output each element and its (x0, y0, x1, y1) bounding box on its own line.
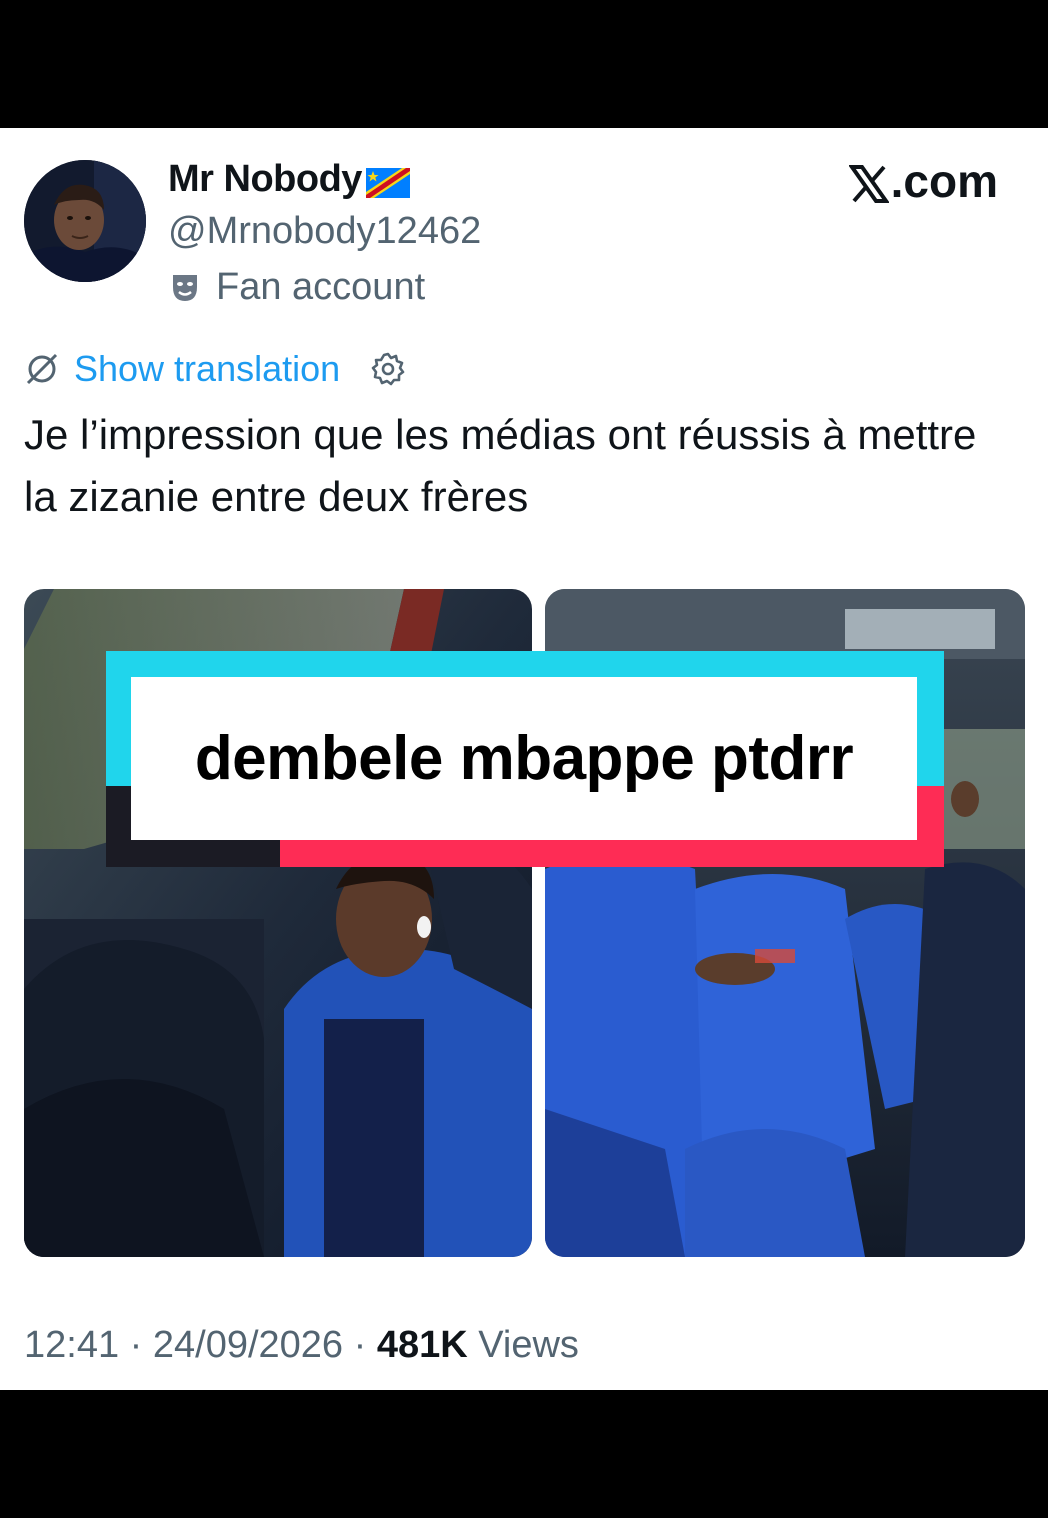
brand-text: .com (890, 155, 998, 207)
tiktok-caption-overlay: dembele mbappe ptdrr (106, 651, 944, 867)
translation-row: Show translation (24, 348, 406, 390)
brand-watermark: .com (847, 154, 998, 208)
views-label-text: Views (478, 1324, 579, 1366)
avatar[interactable] (24, 160, 146, 282)
overlay-caption: dembele mbappe ptdrr (131, 677, 917, 840)
separator-dot: · (353, 1324, 377, 1366)
x-logo-icon (847, 161, 890, 203)
separator-dot: · (129, 1324, 153, 1366)
affiliation-label: Fan account (168, 266, 425, 309)
drc-flag-icon (365, 165, 410, 198)
affiliation-text: Fan account (216, 266, 426, 308)
display-name[interactable]: Mr Nobody (168, 158, 410, 201)
tweet-date[interactable]: 24/09/2026 (153, 1324, 343, 1366)
translate-icon (24, 351, 60, 387)
views-count: 481K (376, 1324, 468, 1366)
show-translation-link[interactable]: Show translation (74, 348, 340, 390)
user-handle[interactable]: @Mrnobody12462 (168, 210, 481, 253)
tweet-meta: 12:41 · 24/09/2026 · 481K Views (24, 1324, 579, 1367)
gear-icon[interactable] (370, 351, 406, 387)
screen: Mr Nobody @Mrnobody12462 Fan account .co… (0, 0, 1048, 1518)
tweet-text: Je l’impression que les médias ont réuss… (24, 411, 977, 520)
tweet-time[interactable]: 12:41 (24, 1324, 119, 1366)
display-name-text: Mr Nobody (168, 158, 362, 200)
theater-mask-icon (168, 271, 202, 305)
